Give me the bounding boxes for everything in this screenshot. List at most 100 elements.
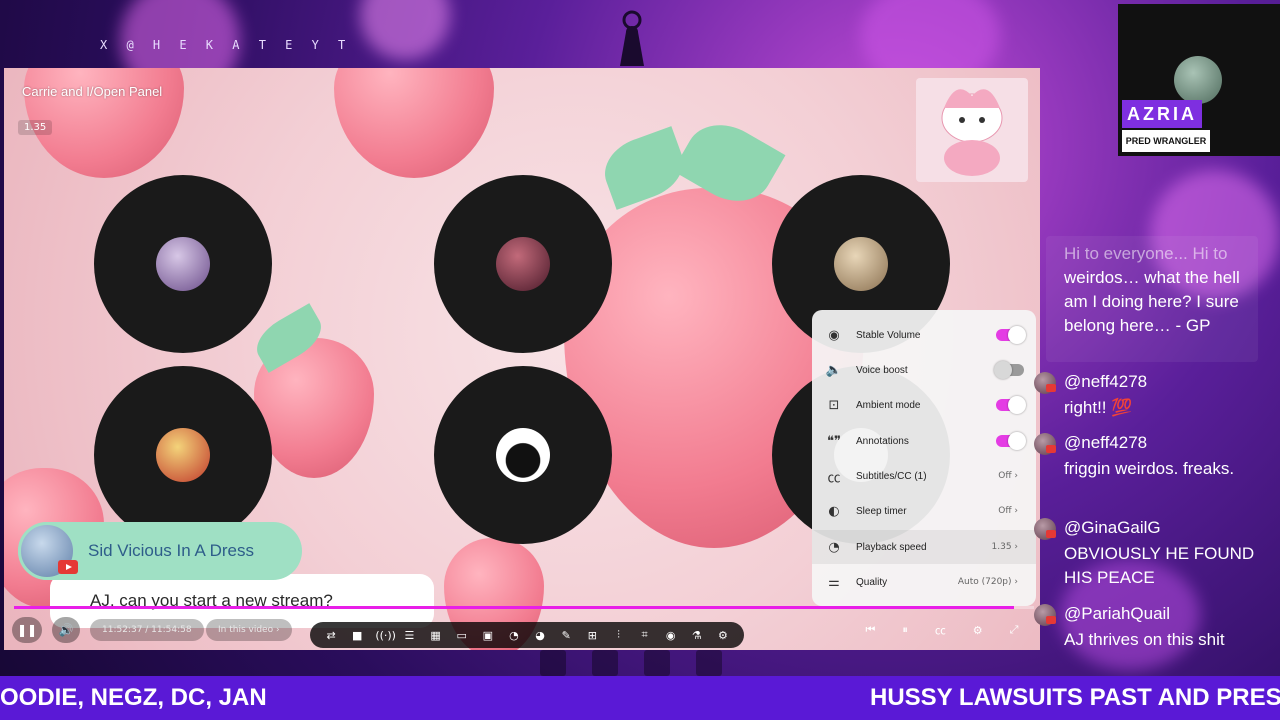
participant-avatar <box>496 428 550 482</box>
crop-icon[interactable]: ⌗ <box>637 628 653 642</box>
setting-label: Sleep timer <box>856 505 907 517</box>
gauge-icon[interactable]: ◕ <box>532 629 548 642</box>
quality-icon: ⚌ <box>828 574 840 590</box>
flask-icon[interactable]: ⚗ <box>689 629 705 642</box>
bokeh <box>360 0 450 60</box>
playlist-icon[interactable]: ☰ <box>401 629 417 642</box>
pause-icon[interactable]: ⏸ <box>902 623 908 637</box>
tarot-card-icon <box>592 650 618 676</box>
subtitles-icon: ㏄ <box>827 470 841 486</box>
setting-playback-speed[interactable]: ◔ Playback speed 1.35 › <box>812 530 1036 564</box>
video-stage: Carrie and I/Open Panel 1.35 AJ, can you… <box>4 68 1040 650</box>
setting-value: Auto (720p) › <box>957 577 1018 587</box>
chapter-button[interactable]: In this video › <box>206 619 292 641</box>
chat-username[interactable]: @neff4278 <box>1064 433 1147 453</box>
chat-username[interactable]: @neff4278 <box>1064 372 1147 392</box>
window-icon[interactable]: ▣ <box>480 629 496 642</box>
background-strawberry <box>334 68 494 178</box>
screen-icon[interactable]: ▭ <box>454 629 470 642</box>
setting-annotations[interactable]: ❝❞ Annotations <box>812 424 1036 458</box>
gear-icon[interactable]: ⚙ <box>715 629 731 642</box>
ticker-text-left: OODIE, NEGZ, DC, JAN <box>0 684 267 711</box>
setting-label: Subtitles/CC (1) <box>856 470 927 482</box>
clapper-icon[interactable]: ▦ <box>428 629 444 642</box>
edit-icon[interactable]: ✎ <box>558 629 574 642</box>
chat-text: right!! 💯 <box>1064 398 1133 417</box>
broadcast-icon[interactable]: ((·)) <box>375 629 396 642</box>
chat-avatar <box>1034 604 1056 626</box>
speaker-name: Sid Vicious In A Dress <box>88 541 254 560</box>
subtitles-icon[interactable]: ㏄ <box>935 622 946 638</box>
pause-icon: ❚❚ <box>16 623 38 637</box>
skip-back-icon[interactable]: ⏮ <box>865 623 875 637</box>
tarot-card-icon <box>644 650 670 676</box>
tarot-icons <box>540 650 722 676</box>
mascot-image <box>916 78 1028 182</box>
camera-icon[interactable]: ◉ <box>663 629 679 642</box>
chat-text: OBVIOUSLY HE FOUND HIS PEACE <box>1064 544 1255 587</box>
speaker-name-pill: Sid Vicious In A Dress <box>18 522 302 580</box>
chat-avatar <box>1034 518 1056 540</box>
streamer-role: PRED WRANGLER <box>1122 130 1210 152</box>
participant-avatar <box>834 237 888 291</box>
social-handle: X @ H E K A T E Y T <box>100 38 352 52</box>
progress-fill <box>14 606 1014 609</box>
add-icon[interactable]: ⊞ <box>584 629 600 642</box>
participant-disc[interactable] <box>94 366 272 544</box>
setting-ambient-mode[interactable]: ⊡ Ambient mode <box>812 388 1036 422</box>
volume-icon: 🔊 <box>58 623 74 637</box>
news-ticker: OODIE, NEGZ, DC, JAN HUSSY LAWSUITS PAST… <box>0 676 1280 720</box>
setting-label: Stable Volume <box>856 329 921 341</box>
setting-sleep-timer[interactable]: ◐ Sleep timer Off › <box>812 494 1036 528</box>
participant-disc[interactable] <box>434 366 612 544</box>
participant-disc[interactable] <box>434 175 612 353</box>
chat-avatar <box>1034 433 1056 455</box>
playback-speed-icon: ◔ <box>828 539 840 555</box>
panel-title: Carrie and I/Open Panel <box>22 84 163 99</box>
tarot-card-icon <box>540 650 566 676</box>
chat-text: friggin weirdos. freaks. <box>1064 459 1235 478</box>
speed-icon[interactable]: ◔ <box>506 629 522 642</box>
participant-avatar <box>156 237 210 291</box>
setting-label: Voice boost <box>856 364 908 376</box>
setting-value: Off › <box>998 471 1018 481</box>
loop-icon[interactable]: ⇄ <box>323 629 339 642</box>
chat-text: AJ thrives on this shit <box>1064 630 1225 649</box>
setting-voice-boost[interactable]: 🔈 Voice boost <box>812 353 1036 387</box>
participant-disc[interactable] <box>94 175 272 353</box>
setting-quality[interactable]: ⚌ Quality Auto (720p) › <box>812 565 1036 599</box>
streamer-name: AZRIA <box>1122 100 1202 128</box>
setting-subtitles[interactable]: ㏄ Subtitles/CC (1) Off › <box>812 459 1036 493</box>
goddess-logo-icon <box>620 10 644 66</box>
streamer-avatar <box>1174 56 1222 104</box>
mini-player-controls: ⏮ ⏸ ㏄ ⚙ ⤢ <box>852 618 1032 642</box>
faded-message-text: Hi to everyone... Hi to weirdos… what th… <box>1064 244 1240 335</box>
chat-username[interactable]: @GinaGailG <box>1064 518 1161 538</box>
setting-label: Playback speed <box>856 541 927 553</box>
setting-label: Ambient mode <box>856 399 921 411</box>
fullscreen-icon[interactable]: ⤢ <box>1010 623 1019 637</box>
volume-button[interactable]: 🔊 <box>52 617 80 643</box>
setting-stable-volume[interactable]: ◉ Stable Volume <box>812 318 1036 352</box>
voice-boost-toggle[interactable] <box>994 361 1024 379</box>
youtube-icon <box>58 560 78 574</box>
setting-label: Annotations <box>856 435 909 447</box>
settings-gear-icon[interactable]: ⚙ <box>973 624 983 637</box>
ambient-mode-icon: ⊡ <box>828 397 840 413</box>
extension-toolbar: ⇄ ■ ((·)) ☰ ▦ ▭ ▣ ◔ ◕ ✎ ⊞ ⫶ ⌗ ◉ ⚗ ⚙ <box>310 622 744 648</box>
split-icon[interactable]: ⫶ <box>610 628 626 642</box>
setting-value: Off › <box>998 506 1018 516</box>
melody-mascot-icon <box>941 89 1003 176</box>
video-progress-bar[interactable] <box>14 606 1034 609</box>
stop-icon[interactable]: ■ <box>349 629 365 642</box>
participant-avatar <box>156 428 210 482</box>
chat-username[interactable]: @PariahQuail <box>1064 604 1170 624</box>
ambient-mode-toggle[interactable] <box>996 396 1026 414</box>
participant-avatar <box>496 237 550 291</box>
annotations-toggle[interactable] <box>996 432 1026 450</box>
sleep-timer-icon: ◐ <box>828 503 840 519</box>
voice-boost-icon: 🔈 <box>825 362 843 378</box>
pause-button[interactable]: ❚❚ <box>12 617 42 643</box>
setting-label: Quality <box>856 576 888 588</box>
stable-volume-toggle[interactable] <box>996 326 1026 344</box>
